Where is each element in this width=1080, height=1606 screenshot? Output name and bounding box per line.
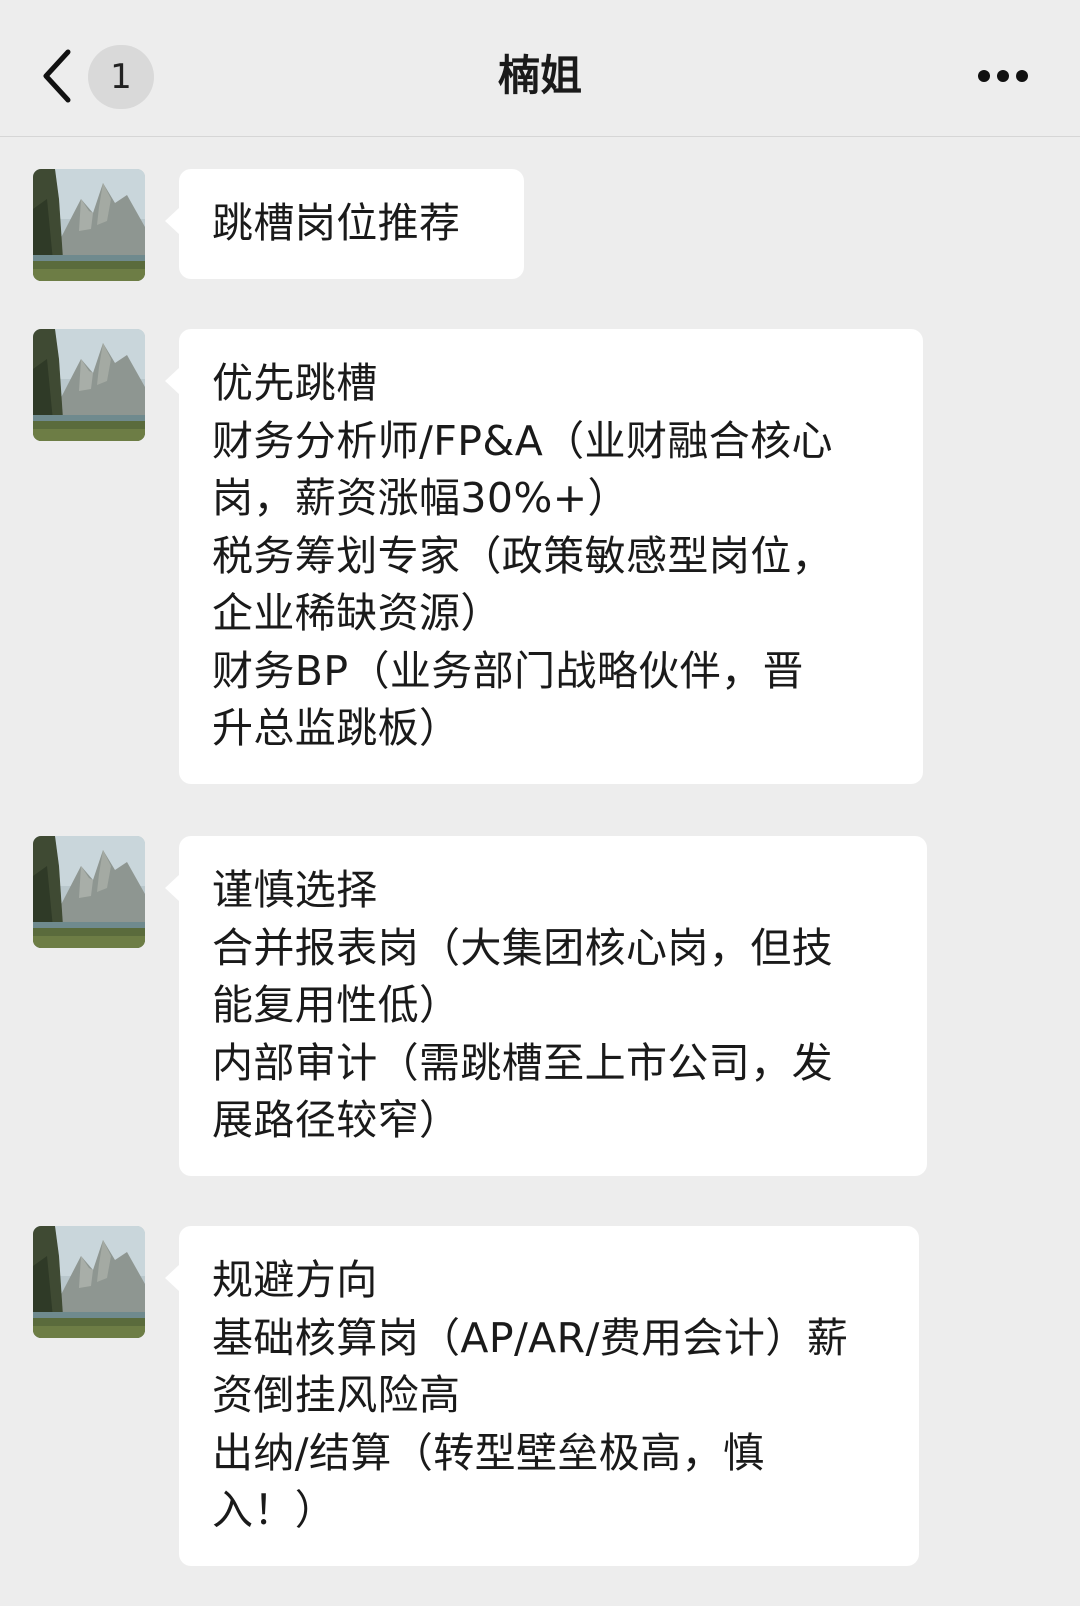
message-text-line: 企业稀缺资源） bbox=[212, 589, 502, 637]
message-text-line: 升总监跳板） bbox=[212, 704, 461, 752]
message-text-line: 谨慎选择 bbox=[212, 866, 378, 914]
avatar[interactable] bbox=[33, 329, 145, 441]
message-text-line: 税务筹划专家（政策敏感型岗位， bbox=[212, 531, 833, 580]
avatar[interactable] bbox=[33, 836, 145, 948]
message-text-line: 基础核算岗（AP/AR/费用会计）薪 bbox=[212, 1313, 849, 1362]
mountain-landscape-image bbox=[33, 169, 145, 281]
message-text-line: 出纳/结算（转型壁垒极高，慎 bbox=[212, 1428, 765, 1477]
mountain-landscape-image bbox=[33, 1226, 145, 1338]
avatar[interactable] bbox=[33, 1226, 145, 1338]
message-bubble[interactable]: 谨慎选择合并报表岗（大集团核心岗，但技 能复用性低） 内部审计（需跳槽至上市公司，发… bbox=[165, 836, 927, 1176]
mountain-landscape-image bbox=[33, 836, 145, 948]
message-bubble[interactable]: 规避方向基础核算岗（AP/AR/费用会计）薪 资倒挂风险高出纳/结算（转型壁垒极高… bbox=[165, 1226, 919, 1566]
message-text-line: 优先跳槽 bbox=[212, 359, 378, 407]
message-bubble[interactable]: 优先跳槽财务分析师/FP&A（业财融合核心 岗，薪资涨幅30%+） 税务筹划专家（政… bbox=[165, 329, 923, 784]
more-options-button[interactable] bbox=[974, 56, 1044, 96]
message-text-line: 入！） bbox=[212, 1486, 337, 1534]
message-text-line: 财务分析师/FP&A（业财融合核心 bbox=[212, 416, 833, 465]
message-text-line: 跳槽岗位推荐 bbox=[212, 199, 461, 247]
chat-header: 1 楠姐 bbox=[0, 0, 1080, 137]
message-text-line: 内部审计（需跳槽至上市公司，发 bbox=[212, 1038, 833, 1087]
message-text-line: 岗，薪资涨幅30%+） bbox=[212, 474, 629, 522]
message-text-line: 资倒挂风险高 bbox=[212, 1371, 461, 1419]
message-text-line: 能复用性低） bbox=[212, 981, 461, 1029]
message-text-line: 合并报表岗（大集团核心岗，但技 bbox=[212, 923, 833, 972]
message-text-line: 展路径较窄） bbox=[212, 1096, 461, 1144]
message-text-line: 财务BP（业务部门战略伙伴，晋 bbox=[212, 646, 804, 695]
message-bubble[interactable]: 跳槽岗位推荐 bbox=[165, 169, 524, 279]
mountain-landscape-image bbox=[33, 329, 145, 441]
chat-title: 楠姐 bbox=[497, 51, 582, 100]
more-dots-icon bbox=[978, 70, 1028, 82]
avatar[interactable] bbox=[33, 169, 145, 281]
message-text-line: 规避方向 bbox=[212, 1256, 378, 1304]
